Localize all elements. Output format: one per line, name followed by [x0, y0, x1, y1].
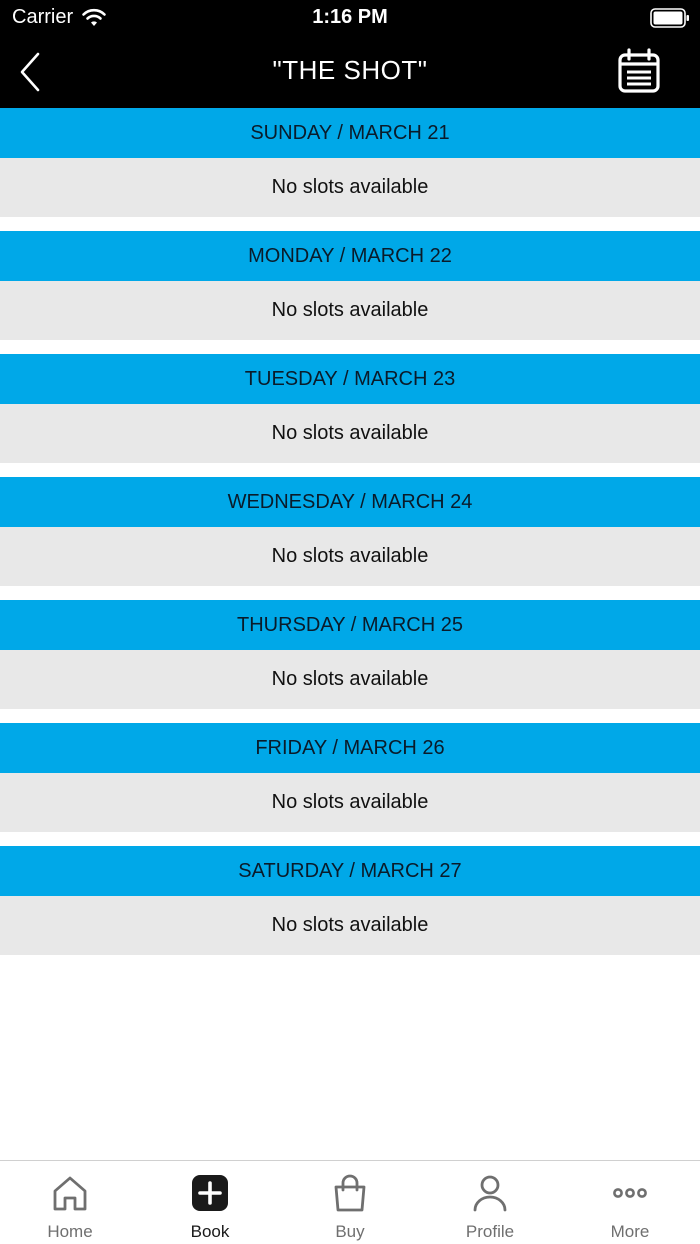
tab-bar: Home Book Buy Profile More	[0, 1160, 700, 1244]
home-icon	[53, 1176, 87, 1211]
day-header: MONDAY / MARCH 22	[0, 231, 700, 281]
no-slots-message: No slots available	[0, 158, 700, 217]
tab-label-profile: Profile	[465, 1222, 515, 1241]
tab-more[interactable]: More	[560, 1161, 700, 1244]
day-section: THURSDAY / MARCH 25 No slots available	[0, 600, 700, 709]
top-bar: Carrier 1:16 PM "THE SHOT"	[0, 0, 700, 108]
navigation-bar: "THE SHOT"	[0, 36, 700, 108]
day-header: SUNDAY / MARCH 21	[0, 108, 700, 158]
battery-icon	[650, 8, 689, 28]
app-screen: Carrier 1:16 PM "THE SHOT" SUNDAY / MARC…	[0, 0, 700, 1244]
day-section: MONDAY / MARCH 22 No slots available	[0, 231, 700, 340]
day-section: FRIDAY / MARCH 26 No slots available	[0, 723, 700, 832]
status-time: 1:16 PM	[312, 6, 388, 28]
tab-label-more: More	[610, 1222, 650, 1241]
day-header: SATURDAY / MARCH 27	[0, 846, 700, 896]
day-header: WEDNESDAY / MARCH 24	[0, 477, 700, 527]
tab-book[interactable]: Book	[140, 1161, 280, 1244]
tab-label-buy: Buy	[335, 1222, 365, 1241]
day-header: FRIDAY / MARCH 26	[0, 723, 700, 773]
status-bar: Carrier 1:16 PM	[0, 0, 700, 36]
plus-square-icon	[192, 1175, 228, 1211]
day-header: TUESDAY / MARCH 23	[0, 354, 700, 404]
day-list: SUNDAY / MARCH 21 No slots available MON…	[0, 108, 700, 969]
tab-profile[interactable]: Profile	[420, 1161, 560, 1244]
day-header: THURSDAY / MARCH 25	[0, 600, 700, 650]
day-section: TUESDAY / MARCH 23 No slots available	[0, 354, 700, 463]
calendar-list-icon	[618, 48, 660, 93]
calendar-button[interactable]	[616, 48, 662, 94]
day-section: SATURDAY / MARCH 27 No slots available	[0, 846, 700, 955]
day-section: SUNDAY / MARCH 21 No slots available	[0, 108, 700, 217]
no-slots-message: No slots available	[0, 896, 700, 955]
tab-buy[interactable]: Buy	[280, 1161, 420, 1244]
no-slots-message: No slots available	[0, 281, 700, 340]
more-dots-icon	[613, 1188, 647, 1198]
page-title: "THE SHOT"	[272, 55, 428, 85]
tab-home[interactable]: Home	[0, 1161, 140, 1244]
shopping-bag-icon	[334, 1174, 366, 1212]
no-slots-message: No slots available	[0, 527, 700, 586]
person-icon	[473, 1175, 507, 1212]
tab-label-book: Book	[190, 1222, 230, 1241]
no-slots-message: No slots available	[0, 650, 700, 709]
tab-label-home: Home	[47, 1222, 93, 1241]
day-section: WEDNESDAY / MARCH 24 No slots available	[0, 477, 700, 586]
no-slots-message: No slots available	[0, 404, 700, 463]
no-slots-message: No slots available	[0, 773, 700, 832]
